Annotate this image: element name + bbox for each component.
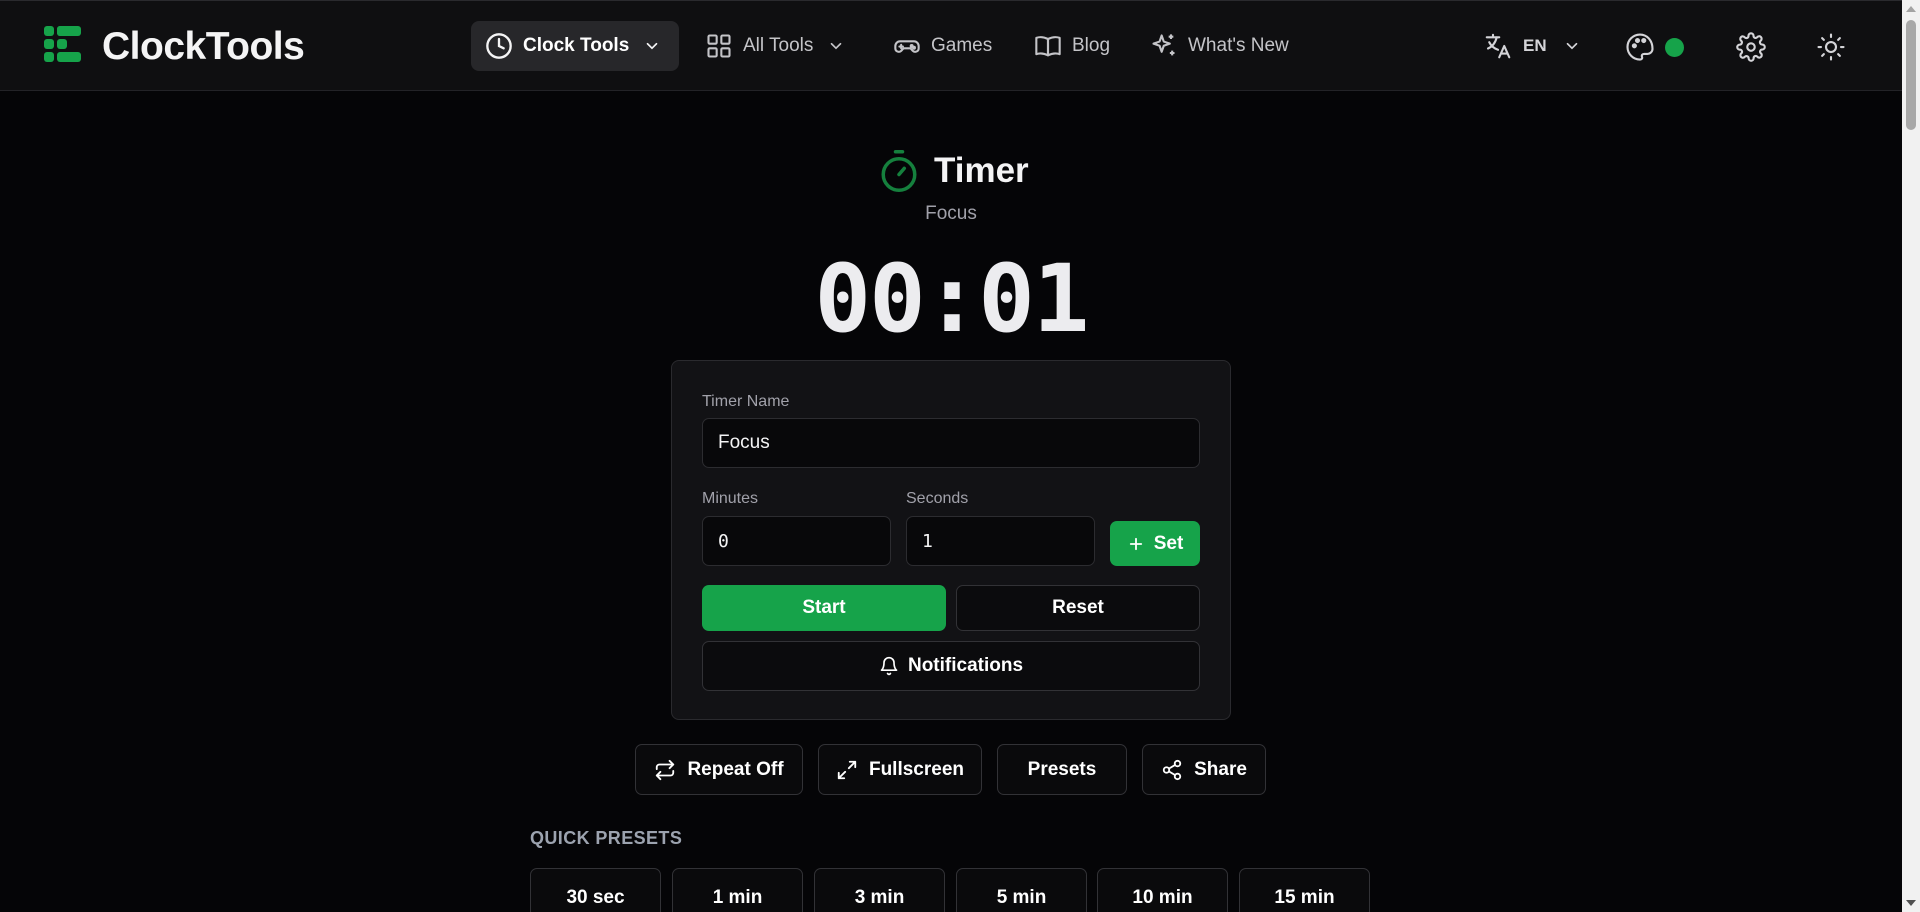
palette-icon <box>1625 32 1655 62</box>
stopwatch-icon <box>878 148 920 194</box>
set-button-label: Set <box>1153 532 1184 554</box>
chevron-down-icon <box>827 37 845 55</box>
fullscreen-button[interactable]: Fullscreen <box>818 744 982 795</box>
countdown-display: 00:01 <box>814 245 1090 354</box>
accent-color-dot <box>1665 37 1684 57</box>
nav-blog-label: Blog <box>1072 35 1111 56</box>
notifications-label: Notifications <box>907 655 1024 676</box>
page-title: Timer <box>934 151 1029 190</box>
clock-icon <box>485 32 513 60</box>
expand-icon <box>836 759 858 781</box>
seconds-label: Seconds <box>906 490 969 507</box>
repeat-label: Repeat Off <box>687 758 784 780</box>
brand-logo[interactable]: ClockTools <box>44 25 305 69</box>
timer-name-label: Timer Name <box>702 393 790 410</box>
start-button[interactable]: Start <box>702 585 946 631</box>
gamepad-icon <box>893 32 921 60</box>
preset-10-min-button[interactable]: 10 min <box>1097 868 1228 912</box>
share-button[interactable]: Share <box>1142 744 1266 795</box>
book-icon <box>1034 32 1062 60</box>
set-time-button[interactable]: Set <box>1110 521 1200 566</box>
notifications-button[interactable]: Notifications <box>702 641 1200 691</box>
timer-name-input[interactable]: Focus <box>702 418 1200 468</box>
theme-color-picker[interactable] <box>1625 32 1684 62</box>
repeat-toggle-button[interactable]: Repeat Off <box>635 744 803 795</box>
bell-icon <box>879 656 899 676</box>
settings-button[interactable] <box>1736 32 1766 62</box>
brand-name: ClockTools <box>102 25 305 68</box>
nav-whats-new-label: What's New <box>1188 35 1289 56</box>
share-label: Share <box>1194 758 1247 780</box>
nav-games-link[interactable]: Games <box>879 21 1006 71</box>
preset-5-min-button[interactable]: 5 min <box>956 868 1087 912</box>
nav-blog-link[interactable]: Blog <box>1020 21 1124 71</box>
share-icon <box>1161 759 1183 781</box>
reset-button[interactable]: Reset <box>956 585 1200 631</box>
nav-games-label: Games <box>931 35 993 56</box>
language-code: EN <box>1523 36 1547 55</box>
sparkles-icon <box>1150 32 1178 60</box>
nav-whats-new-link[interactable]: What's New <box>1136 21 1303 71</box>
plus-icon <box>1127 535 1145 553</box>
timer-heading: Timer <box>878 148 1029 194</box>
top-navbar: ClockTools Clock Tools All Tools Games B… <box>0 0 1902 91</box>
preset-3-min-button[interactable]: 3 min <box>814 868 945 912</box>
page-scrollbar[interactable] <box>1902 0 1920 912</box>
scrollbar-thumb[interactable] <box>1906 20 1916 130</box>
translate-icon <box>1483 31 1513 61</box>
timer-subtitle: Focus <box>925 203 977 224</box>
preset-30-sec-button[interactable]: 30 sec <box>530 868 661 912</box>
sun-icon <box>1816 32 1846 62</box>
seconds-input[interactable]: 1 <box>906 516 1095 566</box>
preset-1-min-button[interactable]: 1 min <box>672 868 803 912</box>
minutes-label: Minutes <box>702 490 759 507</box>
preset-15-min-button[interactable]: 15 min <box>1239 868 1370 912</box>
nav-clock-tools-label: Clock Tools <box>523 35 630 56</box>
language-selector[interactable]: EN <box>1483 31 1581 61</box>
minutes-input[interactable]: 0 <box>702 516 891 566</box>
grid-icon <box>705 32 733 60</box>
nav-all-tools-dropdown[interactable]: All Tools <box>691 21 859 71</box>
timer-settings-card: Timer Name Focus Minutes 0 Seconds 1 Set… <box>671 360 1231 720</box>
gear-icon <box>1736 32 1766 62</box>
presets-button[interactable]: Presets <box>997 744 1127 795</box>
theme-toggle-button[interactable] <box>1816 32 1846 62</box>
repeat-icon <box>654 759 676 781</box>
fullscreen-label: Fullscreen <box>868 758 965 780</box>
chevron-down-icon <box>1563 37 1581 55</box>
nav-all-tools-label: All Tools <box>743 35 814 56</box>
scroll-up-arrow-icon[interactable] <box>1906 6 1916 12</box>
chevron-down-icon <box>643 37 661 55</box>
quick-presets-heading: QUICK PRESETS <box>530 828 683 848</box>
scroll-down-arrow-icon[interactable] <box>1906 900 1916 906</box>
nav-clock-tools-dropdown[interactable]: Clock Tools <box>471 21 679 71</box>
logo-icon <box>44 26 82 68</box>
